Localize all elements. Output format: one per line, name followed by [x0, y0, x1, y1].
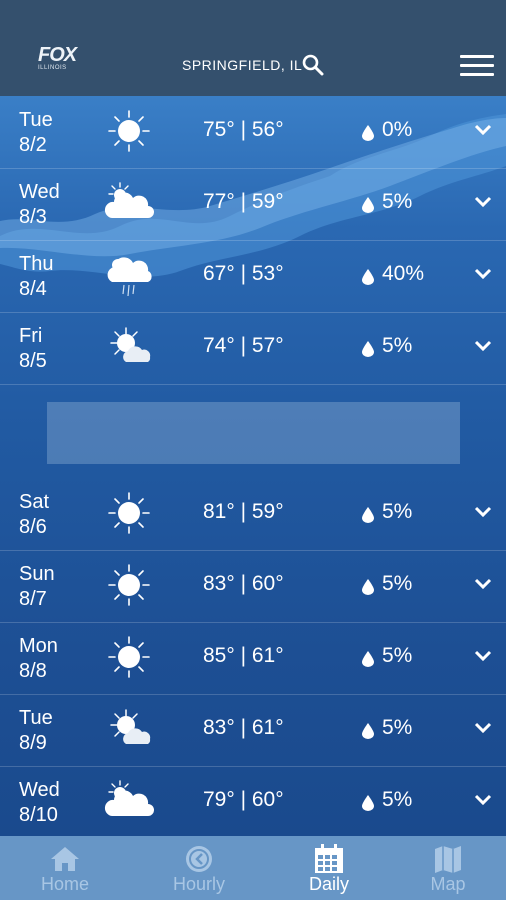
daily-forecast-list[interactable]: Tue 8/2 75° | 56° 0% Wed 8/3 77° | 59° 5% … — [0, 96, 506, 836]
raindrop-icon — [362, 579, 374, 595]
app-header: FOX ILLINOIS SPRINGFIELD, IL — [0, 0, 506, 96]
chevron-down-icon[interactable] — [473, 505, 493, 519]
raindrop-icon — [362, 507, 374, 523]
cloudy-icon — [104, 780, 154, 816]
chevron-down-icon[interactable] — [473, 649, 493, 663]
location-label[interactable]: SPRINGFIELD, IL — [182, 57, 302, 73]
tab-label: Home — [40, 874, 89, 894]
tab-map[interactable]: Map — [385, 836, 506, 900]
precipitation-chance: 5% — [382, 788, 413, 811]
day-label: Fri 8/5 — [19, 325, 47, 372]
raindrop-icon — [362, 197, 374, 213]
day-row[interactable]: Sun 8/7 83° | 60° 5% — [0, 550, 506, 623]
map-icon — [435, 846, 461, 873]
home-icon — [51, 847, 79, 871]
raindrop-icon — [362, 795, 374, 811]
precipitation-chance: 5% — [382, 500, 413, 523]
precipitation-chance: 5% — [382, 572, 413, 595]
precipitation-chance: 40% — [382, 262, 425, 285]
chevron-down-icon[interactable] — [473, 267, 493, 281]
sunny-icon — [108, 636, 150, 678]
day-label: Thu 8/4 — [19, 253, 54, 300]
temperature-range: 79° | 60° — [203, 788, 284, 811]
day-row[interactable]: Wed 8/10 79° | 60° 5% — [0, 766, 506, 836]
precipitation-chance: 5% — [382, 644, 413, 667]
day-label: Sat 8/6 — [19, 491, 50, 538]
chevron-down-icon[interactable] — [473, 339, 493, 353]
precipitation-chance: 5% — [382, 716, 413, 739]
precipitation-chance: 0% — [382, 118, 413, 141]
raindrop-icon — [362, 723, 374, 739]
day-row[interactable]: Fri 8/5 74° | 57° 5% — [0, 312, 506, 385]
hamburger-menu-icon[interactable] — [460, 55, 494, 77]
day-row[interactable]: Thu 8/4 67° | 53° 40% — [0, 240, 506, 313]
raindrop-icon — [362, 269, 374, 285]
clock-icon — [186, 846, 212, 872]
day-label: Mon 8/8 — [19, 635, 58, 682]
tab-hourly[interactable]: Hourly — [136, 836, 262, 900]
sunny-icon — [108, 110, 150, 152]
tab-label: Hourly — [172, 874, 225, 894]
search-icon[interactable] — [302, 54, 324, 76]
chevron-down-icon[interactable] — [473, 793, 493, 807]
day-row[interactable]: Mon 8/8 85° | 61° 5% — [0, 622, 506, 695]
calendar-icon — [315, 844, 343, 873]
logo-main: FOX — [38, 44, 77, 66]
temperature-range: 75° | 56° — [203, 118, 284, 141]
precipitation-chance: 5% — [382, 334, 413, 357]
raindrop-icon — [362, 341, 374, 357]
day-row[interactable]: Wed 8/3 77° | 59° 5% — [0, 168, 506, 241]
tab-home[interactable]: Home — [2, 836, 128, 900]
rain-icon — [107, 257, 152, 297]
temperature-range: 74° | 57° — [203, 334, 284, 357]
ad-banner-placeholder[interactable] — [47, 402, 460, 464]
chevron-down-icon[interactable] — [473, 195, 493, 209]
logo-sub: ILLINOIS — [38, 65, 67, 71]
raindrop-icon — [362, 651, 374, 667]
cloudy-icon — [104, 182, 154, 218]
day-row[interactable]: Tue 8/2 75° | 56° 0% — [0, 96, 506, 169]
raindrop-icon — [362, 125, 374, 141]
temperature-range: 77° | 59° — [203, 190, 284, 213]
partly-cloudy-icon — [110, 709, 151, 744]
day-row[interactable]: Tue 8/9 83° | 61° 5% — [0, 694, 506, 767]
temperature-range: 67° | 53° — [203, 262, 284, 285]
fox-illinois-logo: FOX ILLINOIS — [38, 45, 90, 79]
day-label: Sun 8/7 — [19, 563, 55, 610]
day-label: Tue 8/9 — [19, 707, 53, 754]
partly-cloudy-icon — [110, 327, 151, 362]
tab-daily[interactable]: Daily — [266, 836, 392, 900]
temperature-range: 83° | 61° — [203, 716, 284, 739]
chevron-down-icon[interactable] — [473, 721, 493, 735]
temperature-range: 81° | 59° — [203, 500, 284, 523]
day-label: Wed 8/10 — [19, 779, 60, 826]
sunny-icon — [108, 492, 150, 534]
tab-label: Map — [430, 874, 466, 894]
bottom-tab-bar: Home Hourly Daily Map — [0, 836, 506, 900]
day-label: Tue 8/2 — [19, 109, 53, 156]
chevron-down-icon[interactable] — [473, 577, 493, 591]
tab-label: Daily — [308, 874, 349, 894]
day-label: Wed 8/3 — [19, 181, 60, 228]
temperature-range: 83° | 60° — [203, 572, 284, 595]
precipitation-chance: 5% — [382, 190, 413, 213]
chevron-down-icon[interactable] — [473, 123, 493, 137]
sunny-icon — [108, 564, 150, 606]
day-row[interactable]: Sat 8/6 81° | 59° 5% — [0, 478, 506, 551]
temperature-range: 85° | 61° — [203, 644, 284, 667]
